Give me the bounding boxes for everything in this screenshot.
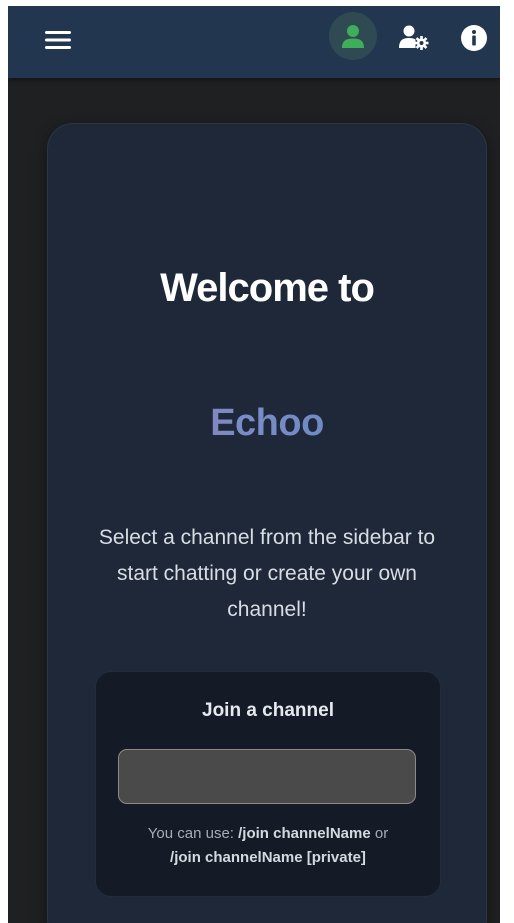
user-settings-button[interactable] <box>392 16 436 60</box>
info-icon <box>461 25 487 51</box>
join-channel-title: Join a channel <box>202 700 334 721</box>
help-command-join: /join channelName <box>238 825 371 842</box>
app-window: Welcome to Echoo Select a channel from t… <box>8 6 500 923</box>
join-channel-panel: Join a channel You can use: /join channe… <box>95 671 441 897</box>
user-icon <box>342 25 364 48</box>
user-settings-icon <box>399 25 429 50</box>
welcome-subtitle: Select a channel from the sidebar to sta… <box>98 526 436 621</box>
menu-button[interactable] <box>36 18 80 62</box>
join-channel-help: You can use: /join channelName or /join … <box>106 822 430 870</box>
join-channel-input[interactable] <box>118 749 416 804</box>
help-prefix: You can use: <box>147 825 239 842</box>
welcome-heading: Welcome to <box>160 266 375 310</box>
top-app-bar <box>8 6 500 78</box>
profile-button[interactable] <box>329 12 377 60</box>
app-brand-name: Echoo <box>48 402 486 445</box>
info-button[interactable] <box>452 16 496 60</box>
help-command-join-private: /join channelName [private] <box>170 849 366 866</box>
welcome-card: Welcome to Echoo Select a channel from t… <box>47 123 487 923</box>
help-or: or <box>370 825 389 842</box>
hamburger-menu-icon <box>45 31 71 49</box>
